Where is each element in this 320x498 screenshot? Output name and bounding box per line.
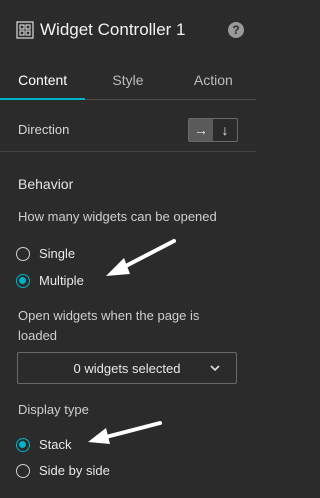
open-count-question: How many widgets can be opened — [18, 209, 217, 224]
widgets-select[interactable]: 0 widgets selected — [17, 352, 237, 384]
tab-action[interactable]: Action — [171, 60, 256, 99]
help-icon[interactable]: ? — [228, 22, 244, 38]
grid-icon — [16, 21, 34, 39]
display-type-label: Display type — [18, 402, 89, 417]
radio-label: Single — [39, 246, 76, 261]
tab-content[interactable]: Content — [0, 60, 86, 100]
panel-header: Widget Controller 1 ? — [0, 0, 256, 60]
radio-label: Side by side — [39, 463, 110, 478]
radio-label: Multiple — [39, 273, 84, 288]
radio-side-by-side[interactable]: Side by side — [16, 463, 110, 478]
radio-stack[interactable]: Stack — [16, 437, 72, 452]
radio-circle[interactable] — [16, 273, 30, 288]
radio-circle[interactable] — [16, 246, 30, 261]
tab-style[interactable]: Style — [85, 60, 170, 99]
annotation-arrow — [106, 239, 176, 276]
chevron-down-icon — [210, 365, 220, 372]
open-on-load-label: Open widgets when the page is loaded — [18, 308, 200, 343]
arrow-right-icon[interactable]: → — [189, 118, 213, 141]
direction-label: Direction — [18, 122, 70, 137]
radio-circle[interactable] — [16, 437, 30, 452]
direction-row: Direction → ↓ — [0, 108, 256, 152]
select-value: 0 widgets selected — [73, 360, 181, 376]
arrow-down-icon[interactable]: ↓ — [213, 119, 237, 141]
radio-multiple[interactable]: Multiple — [16, 273, 84, 288]
behavior-section-title: Behavior — [18, 176, 74, 192]
radio-single[interactable]: Single — [16, 246, 75, 261]
tab-bar: Content Style Action — [0, 60, 256, 100]
direction-toggle: → ↓ — [188, 117, 238, 142]
radio-circle[interactable] — [16, 463, 30, 478]
radio-label: Stack — [39, 437, 72, 452]
annotation-arrow — [88, 421, 162, 444]
panel-title: Widget Controller 1 — [40, 20, 186, 39]
